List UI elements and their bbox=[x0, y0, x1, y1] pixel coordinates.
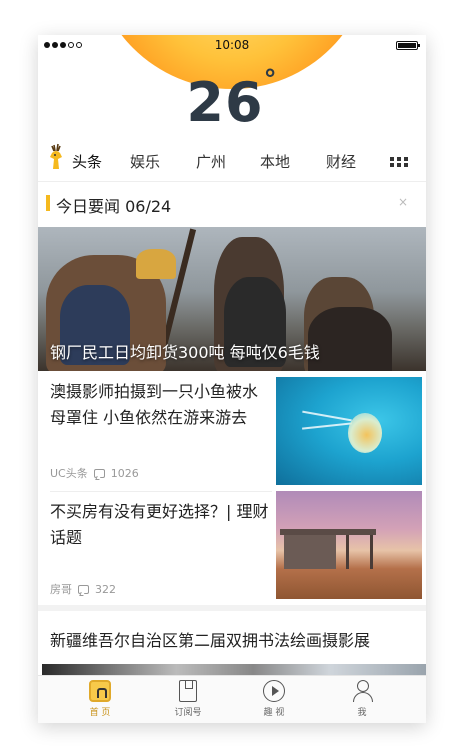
hero-news-card[interactable]: 钢厂民工日均卸货300吨 每吨仅6毛钱 bbox=[38, 227, 426, 371]
news-thumbnail bbox=[276, 491, 422, 599]
bookmark-icon bbox=[179, 680, 197, 702]
news-meta: 房哥 322 bbox=[50, 581, 116, 597]
comment-icon bbox=[93, 468, 105, 478]
phone-screen: 10:08 26° 头条 娱乐 广州 本地 财经 今日要闻 06/24 × 钢厂… bbox=[38, 35, 426, 723]
nav-videos[interactable]: 趣 视 bbox=[244, 680, 304, 718]
comment-icon bbox=[78, 584, 89, 594]
comment-count: 1026 bbox=[110, 466, 139, 480]
news-source: 房哥 bbox=[50, 583, 72, 596]
tab-entertainment[interactable]: 娱乐 bbox=[130, 151, 160, 172]
nav-label: 我 bbox=[357, 708, 367, 718]
divider bbox=[38, 181, 426, 182]
tab-guangzhou[interactable]: 广州 bbox=[196, 151, 226, 172]
bottom-nav: 首 页 订阅号 趣 视 我 bbox=[38, 675, 426, 723]
degree-symbol: ° bbox=[263, 65, 278, 95]
hero-caption: 钢厂民工日均卸货300吨 每吨仅6毛钱 bbox=[50, 343, 320, 362]
status-time: 10:08 bbox=[214, 38, 250, 52]
weather-temperature[interactable]: 26° bbox=[38, 65, 426, 134]
section-title: 今日要闻 06/24 bbox=[56, 197, 172, 216]
channel-tabs: 头条 娱乐 广州 本地 财经 bbox=[38, 139, 426, 179]
tab-toutiao[interactable]: 头条 bbox=[72, 151, 102, 172]
section-gap bbox=[38, 605, 426, 611]
news-thumbnail bbox=[276, 377, 422, 485]
person-icon bbox=[351, 680, 373, 702]
temperature-value: 26 bbox=[186, 71, 264, 134]
news-title: 澳摄影师拍摄到一只小鱼被水母罩住 小鱼依然在游来游去 bbox=[50, 382, 259, 427]
news-item[interactable]: 不买房有没有更好选择？| 理财话题 房哥 322 bbox=[38, 491, 426, 599]
nav-label: 趣 视 bbox=[263, 708, 285, 718]
home-icon bbox=[89, 680, 111, 702]
news-headline[interactable]: 新疆维吾尔自治区第二届双拥书法绘画摄影展 bbox=[50, 627, 370, 651]
deer-logo-icon bbox=[50, 143, 62, 169]
nav-label: 首 页 bbox=[89, 708, 111, 718]
nav-me[interactable]: 我 bbox=[332, 680, 392, 718]
channel-grid-icon[interactable] bbox=[390, 157, 408, 167]
comment-count: 322 bbox=[95, 582, 116, 596]
battery-icon bbox=[396, 41, 420, 50]
nav-home[interactable]: 首 页 bbox=[70, 680, 130, 718]
section-accent-bar bbox=[46, 195, 50, 211]
nav-subscriptions[interactable]: 订阅号 bbox=[158, 680, 218, 718]
tab-finance[interactable]: 财经 bbox=[326, 151, 356, 172]
news-meta: UC头条 1026 bbox=[50, 465, 139, 481]
play-icon bbox=[263, 680, 285, 702]
status-bar: 10:08 bbox=[38, 35, 426, 55]
news-title: 不买房有没有更好选择？| 理财话题 bbox=[50, 502, 269, 547]
news-item[interactable]: 澳摄影师拍摄到一只小鱼被水母罩住 小鱼依然在游来游去 UC头条 1026 bbox=[38, 377, 426, 485]
nav-label: 订阅号 bbox=[174, 708, 202, 718]
news-source: UC头条 bbox=[50, 467, 88, 480]
tab-local[interactable]: 本地 bbox=[260, 151, 290, 172]
close-icon[interactable]: × bbox=[398, 195, 408, 209]
